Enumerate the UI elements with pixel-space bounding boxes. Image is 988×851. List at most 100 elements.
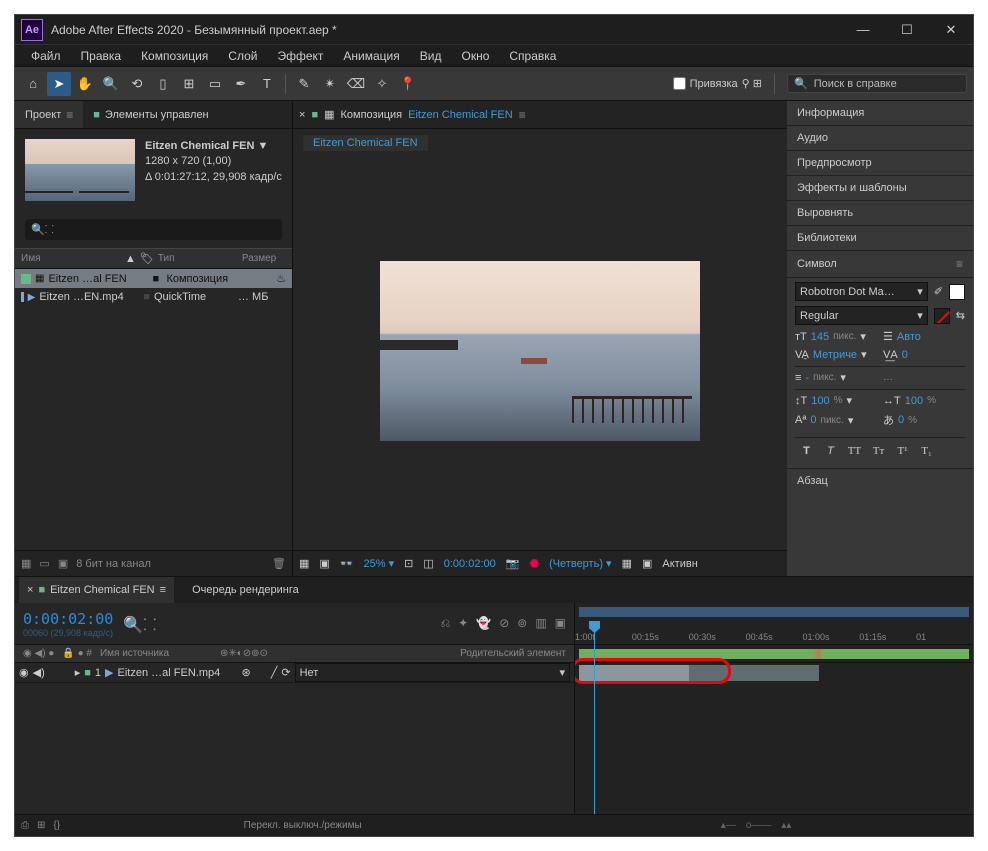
camera-tool-icon[interactable]: ▯: [151, 72, 175, 96]
stroke-color-swatch[interactable]: [934, 308, 950, 324]
selection-tool-icon[interactable]: ➤: [47, 72, 71, 96]
project-table-header[interactable]: Имя▲ 🏷Тип Размер: [15, 248, 292, 269]
comp-subtab[interactable]: Eitzen Chemical FEN: [303, 135, 428, 151]
panel-effects[interactable]: Эффекты и шаблоны: [787, 176, 973, 201]
puppet-tool-icon[interactable]: 📍: [396, 72, 420, 96]
bold-button[interactable]: T: [797, 442, 816, 460]
show-channel-icon[interactable]: ⬣: [529, 557, 539, 570]
interpret-footage-icon[interactable]: ▦: [21, 557, 31, 570]
italic-button[interactable]: T: [821, 442, 840, 460]
menu-edit[interactable]: Правка: [71, 47, 132, 65]
parent-dropdown[interactable]: Нет▾: [295, 663, 570, 682]
menu-file[interactable]: Файл: [21, 47, 71, 65]
playhead[interactable]: [594, 621, 595, 814]
brush-tool-icon[interactable]: ✎: [292, 72, 316, 96]
stroke-width-value[interactable]: -: [805, 372, 809, 384]
close-button[interactable]: ✕: [929, 15, 973, 45]
graph-editor-icon[interactable]: ▥: [535, 616, 546, 631]
timeline-tab-render[interactable]: Очередь рендеринга: [184, 577, 307, 603]
panel-libraries[interactable]: Библиотеки: [787, 226, 973, 251]
shy-icon[interactable]: 👻: [476, 616, 491, 631]
clone-tool-icon[interactable]: ✴: [318, 72, 342, 96]
panel-preview[interactable]: Предпросмотр: [787, 151, 973, 176]
vscale-value[interactable]: 100: [811, 395, 829, 407]
baseline-value[interactable]: 0: [810, 414, 816, 426]
help-search-input[interactable]: 🔍 Поиск в справке: [787, 74, 967, 93]
snap-toggle[interactable]: Привязка ⚲ ⊞: [673, 77, 762, 90]
eyedropper-icon[interactable]: ✐: [934, 285, 943, 298]
new-folder-icon[interactable]: ▭: [39, 557, 49, 570]
hscale-value[interactable]: 100: [905, 395, 923, 407]
menu-effect[interactable]: Эффект: [267, 47, 333, 65]
motionblur-icon[interactable]: ⊚: [517, 616, 527, 631]
channel-toggle-icon[interactable]: ▣: [319, 557, 329, 570]
superscript-button[interactable]: T¹: [893, 442, 912, 460]
timeline-search-icon[interactable]: 🔍⸬: [123, 613, 156, 635]
brainstorm-icon[interactable]: ▣: [555, 616, 566, 631]
toggle-switches-icon[interactable]: ⎙: [21, 820, 29, 831]
fast-preview-icon[interactable]: ▦: [622, 557, 632, 570]
menu-view[interactable]: Вид: [410, 47, 452, 65]
tracking-value[interactable]: 0: [902, 349, 908, 361]
panel-paragraph[interactable]: Абзац: [787, 468, 973, 493]
toggle-pane-icon[interactable]: {}: [53, 820, 60, 831]
project-row-comp[interactable]: ▦ Eitzen …al FEN ■ Композиция ♨: [15, 269, 292, 288]
menu-animation[interactable]: Анимация: [333, 47, 409, 65]
panel-character-header[interactable]: Символ≡: [787, 251, 973, 278]
grid-toggle-icon[interactable]: ▦: [299, 557, 309, 570]
panbehind-tool-icon[interactable]: ⊞: [177, 72, 201, 96]
camera-dropdown[interactable]: Активн: [662, 558, 697, 570]
tsume-value[interactable]: 0: [898, 414, 904, 426]
pen-tool-icon[interactable]: ✒: [229, 72, 253, 96]
maximize-button[interactable]: ☐: [885, 15, 929, 45]
zoom-tool-icon[interactable]: 🔍: [99, 72, 123, 96]
viewer-timecode[interactable]: 0:00:02:00: [444, 558, 496, 570]
project-search-input[interactable]: 🔍⸬: [25, 219, 282, 240]
comp-crumb-name[interactable]: Eitzen Chemical FEN: [408, 109, 513, 121]
font-size-value[interactable]: 145: [811, 331, 829, 343]
font-style-dropdown[interactable]: Regular▾: [795, 306, 928, 325]
panel-info[interactable]: Информация: [787, 101, 973, 126]
snapshot-icon[interactable]: 📷: [506, 557, 520, 570]
delete-icon[interactable]: 🗑: [272, 557, 286, 570]
subscript-button[interactable]: T₁: [917, 442, 936, 460]
work-area-overview[interactable]: [579, 607, 969, 617]
menu-composition[interactable]: Композиция: [131, 47, 218, 65]
work-area-bar[interactable]: [579, 649, 969, 659]
orbit-tool-icon[interactable]: ⟲: [125, 72, 149, 96]
timeline-icon[interactable]: ▣: [642, 557, 652, 570]
zoom-dropdown[interactable]: 25% ▾: [364, 557, 395, 570]
stroke-over-dropdown[interactable]: …: [883, 372, 893, 383]
panel-audio[interactable]: Аудио: [787, 126, 973, 151]
comp-flowchart-icon[interactable]: ⎌: [441, 616, 451, 631]
current-timecode[interactable]: 0:00:02:00: [23, 610, 113, 628]
draft3d-icon[interactable]: ✦: [458, 616, 468, 631]
mask-toggle-icon[interactable]: 👓: [340, 557, 354, 570]
toggle-modes-icon[interactable]: ⊞: [37, 820, 45, 831]
hand-tool-icon[interactable]: ✋: [73, 72, 97, 96]
resolution-icon[interactable]: ⊡: [404, 557, 413, 570]
layer-clip[interactable]: [579, 665, 819, 681]
minimize-button[interactable]: —: [841, 15, 885, 45]
panel-align[interactable]: Выровнять: [787, 201, 973, 226]
swap-colors-icon[interactable]: ⇆: [956, 309, 965, 322]
framemix-icon[interactable]: ⊘: [499, 616, 509, 631]
font-family-dropdown[interactable]: Robotron Dot Ma…▾: [795, 282, 928, 301]
color-depth-button[interactable]: 8 бит на канал: [76, 558, 151, 570]
roto-tool-icon[interactable]: ✧: [370, 72, 394, 96]
menu-window[interactable]: Окно: [451, 47, 499, 65]
toggle-switches-label[interactable]: Перекл. выключ./режимы: [244, 820, 362, 831]
composition-viewer[interactable]: [293, 151, 787, 550]
allcaps-button[interactable]: TT: [845, 442, 864, 460]
rect-tool-icon[interactable]: ▭: [203, 72, 227, 96]
timeline-layer-row[interactable]: ◉◀) ▸■ 1 ▶ Eitzen …al FEN.mp4 ⊛╱ ⟳ Нет▾: [15, 663, 574, 683]
quality-dropdown[interactable]: (Четверть) ▾: [549, 557, 612, 570]
tab-project[interactable]: Проект ≡: [15, 101, 83, 128]
menu-help[interactable]: Справка: [499, 47, 566, 65]
tab-effect-controls[interactable]: ■ Элементы управлен: [83, 101, 218, 128]
project-row-footage[interactable]: ▶ Eitzen …EN.mp4 ■ QuickTime … МБ: [15, 288, 292, 306]
timeline-track-area[interactable]: 1:00f 00:15s 00:30s 00:45s 01:00s 01:15s…: [575, 603, 973, 814]
fill-color-swatch[interactable]: [949, 284, 965, 300]
home-tool-icon[interactable]: ⌂: [21, 72, 45, 96]
new-comp-icon[interactable]: ▣: [58, 557, 68, 570]
